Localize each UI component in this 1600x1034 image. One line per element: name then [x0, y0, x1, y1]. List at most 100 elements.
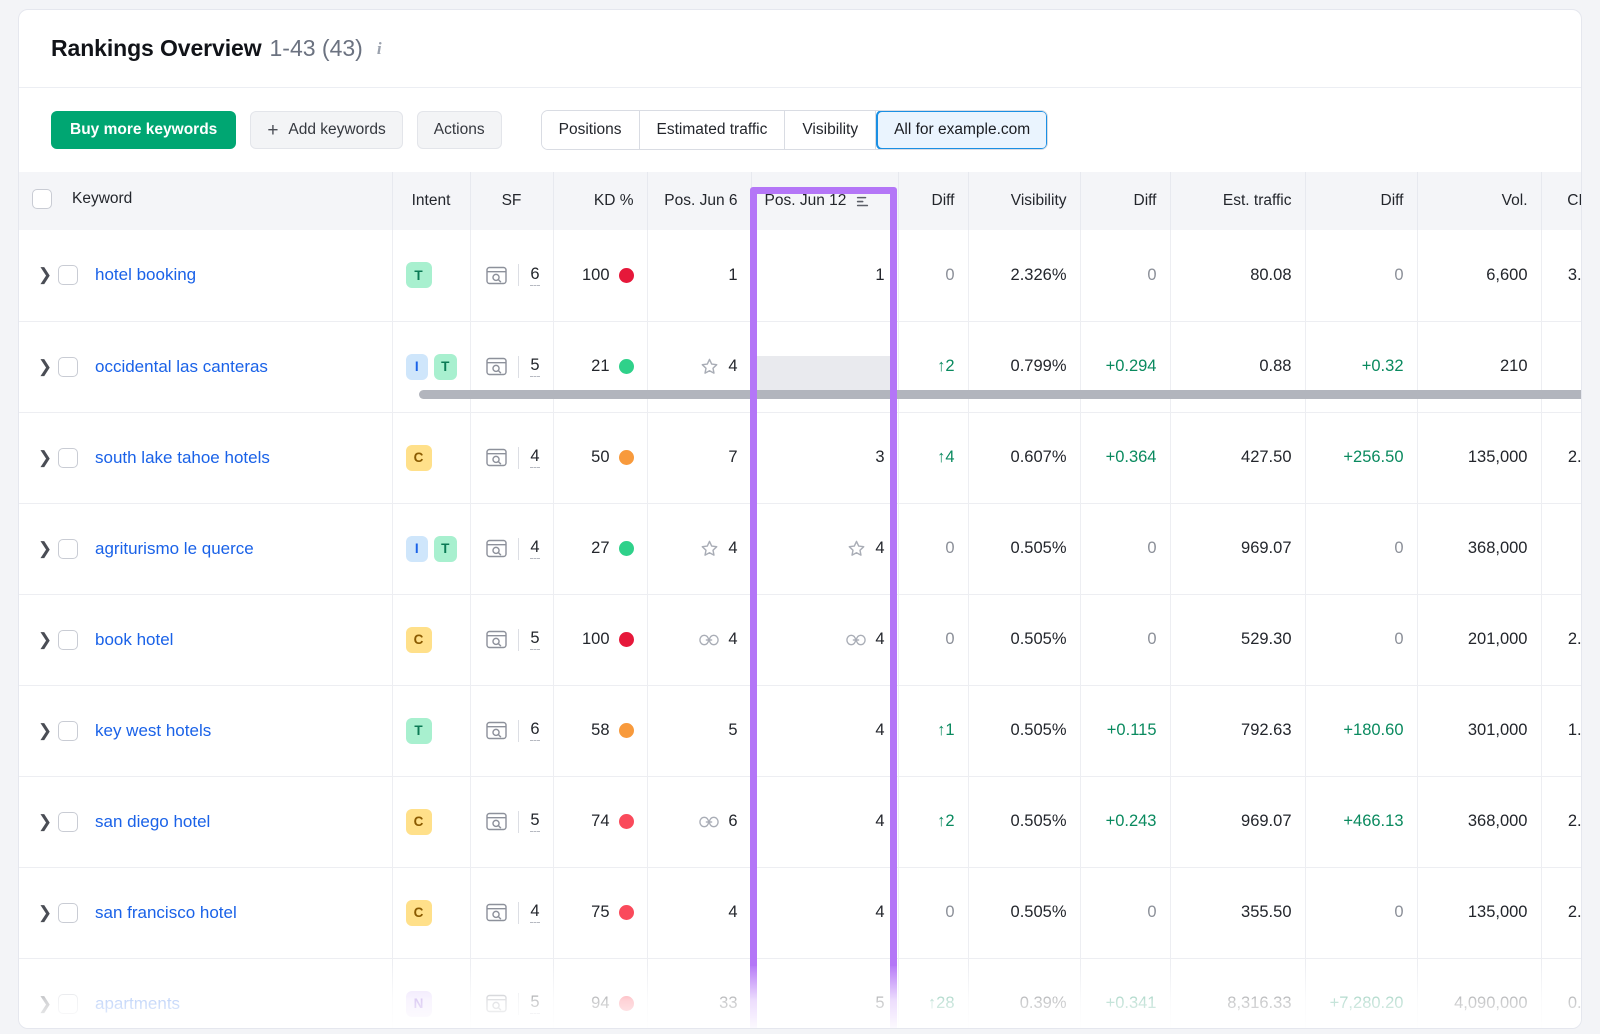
row-checkbox[interactable] — [58, 357, 78, 377]
select-all-checkbox[interactable] — [32, 189, 52, 209]
serp-features-icon[interactable] — [486, 903, 507, 922]
row-checkbox[interactable] — [58, 903, 78, 923]
keyword-link[interactable]: key west hotels — [95, 721, 211, 741]
column-header-pos-jun-12[interactable]: Pos. Jun 12 — [751, 172, 898, 230]
cell-keyword: ❯ san francisco hotel — [19, 867, 392, 958]
keyword-link[interactable]: hotel booking — [95, 265, 196, 285]
sf-count[interactable]: 5 — [530, 811, 539, 832]
sitelinks-icon — [846, 633, 866, 647]
row-checkbox[interactable] — [58, 721, 78, 741]
keyword-link[interactable]: book hotel — [95, 630, 173, 650]
expand-row-icon[interactable]: ❯ — [32, 903, 58, 923]
serp-features-icon[interactable] — [486, 357, 507, 376]
table-row[interactable]: ❯south lake tahoe hotelsC45073↑40.607%+0… — [19, 412, 1582, 503]
table-row[interactable]: ❯key west hotelsT65854↑10.505%+0.115792.… — [19, 685, 1582, 776]
horizontal-scrollbar[interactable] — [419, 390, 1582, 399]
row-checkbox[interactable] — [58, 448, 78, 468]
serp-features-icon[interactable] — [486, 630, 507, 649]
expand-row-icon[interactable]: ❯ — [32, 630, 58, 650]
keyword-link[interactable]: south lake tahoe hotels — [95, 448, 270, 468]
expand-row-icon[interactable]: ❯ — [32, 448, 58, 468]
column-header-intent[interactable]: Intent — [392, 172, 470, 230]
sort-descending-icon[interactable] — [855, 194, 870, 209]
keyword-link[interactable]: san francisco hotel — [95, 903, 237, 923]
cell-kd: 58 — [553, 685, 647, 776]
table-row[interactable]: ❯san diego hotelC57464↑20.505%+0.243969.… — [19, 776, 1582, 867]
row-checkbox[interactable] — [58, 630, 78, 650]
table-row[interactable]: ❯agriturismo le querceIT4274400.505%0969… — [19, 503, 1582, 594]
row-checkbox[interactable] — [58, 994, 78, 1014]
position-value: 7 — [728, 448, 737, 467]
cell-cpc: 2.58 — [1541, 867, 1582, 958]
column-header-pos-jun-6[interactable]: Pos. Jun 6 — [647, 172, 751, 230]
column-header-volume[interactable]: Vol. — [1417, 172, 1541, 230]
row-checkbox[interactable] — [58, 539, 78, 559]
sf-count[interactable]: 4 — [530, 538, 539, 559]
expand-row-icon[interactable]: ❯ — [32, 812, 58, 832]
tab-positions[interactable]: Positions — [542, 111, 640, 149]
intent-badge-t[interactable]: T — [434, 354, 457, 380]
intent-badge-i[interactable]: I — [406, 536, 429, 562]
intent-badge-c[interactable]: C — [406, 809, 432, 835]
table-row[interactable]: ❯book hotelC51004400.505%0529.300201,000… — [19, 594, 1582, 685]
cell-keyword: ❯ book hotel — [19, 594, 392, 685]
serp-features-icon[interactable] — [486, 994, 507, 1013]
actions-button[interactable]: Actions — [417, 111, 502, 149]
row-checkbox[interactable] — [58, 265, 78, 285]
column-header-visibility[interactable]: Visibility — [968, 172, 1080, 230]
column-header-sf[interactable]: SF — [470, 172, 553, 230]
intent-badge-t[interactable]: T — [434, 536, 457, 562]
column-header-cpc[interactable]: CPC — [1541, 172, 1582, 230]
tab-visibility[interactable]: Visibility — [785, 111, 876, 149]
table-row[interactable]: ❯hotel bookingT61001102.326%080.0806,600… — [19, 230, 1582, 321]
column-header-kd[interactable]: KD % — [553, 172, 647, 230]
sf-count[interactable]: 5 — [530, 993, 539, 1014]
keyword-link[interactable]: occidental las canteras — [95, 357, 268, 377]
table-row[interactable]: ❯san francisco hotelC4754400.505%0355.50… — [19, 867, 1582, 958]
intent-badge-t[interactable]: T — [406, 718, 432, 744]
expand-row-icon[interactable]: ❯ — [32, 539, 58, 559]
serp-features-icon[interactable] — [486, 812, 507, 831]
expand-row-icon[interactable]: ❯ — [32, 357, 58, 377]
buy-more-keywords-button[interactable]: Buy more keywords — [51, 111, 236, 149]
column-header-est-traffic[interactable]: Est. traffic — [1170, 172, 1305, 230]
sf-count[interactable]: 6 — [530, 265, 539, 286]
info-icon[interactable]: i — [377, 39, 382, 59]
intent-badge-i[interactable]: I — [406, 354, 429, 380]
cpc-value: 1.75 — [1568, 721, 1582, 739]
column-header-diff-pos[interactable]: Diff — [898, 172, 968, 230]
intent-badge-t[interactable]: T — [406, 262, 432, 288]
cell-pos-previous: 6 — [647, 776, 751, 867]
divider — [518, 264, 519, 286]
sf-count[interactable]: 4 — [530, 447, 539, 468]
table-row[interactable]: ❯apartmentsN594335↑280.39%+0.3418,316.33… — [19, 958, 1582, 1029]
sf-count[interactable]: 6 — [530, 720, 539, 741]
keyword-link[interactable]: san diego hotel — [95, 812, 210, 832]
scrollbar-thumb[interactable] — [419, 390, 1582, 399]
sf-count[interactable]: 4 — [530, 902, 539, 923]
keyword-link[interactable]: apartments — [95, 994, 180, 1014]
serp-features-icon[interactable] — [486, 448, 507, 467]
tab-all-for-domain[interactable]: All for example.com — [876, 110, 1048, 150]
tab-estimated-traffic[interactable]: Estimated traffic — [640, 111, 786, 149]
sf-count[interactable]: 5 — [530, 356, 539, 377]
add-keywords-button[interactable]: + Add keywords — [250, 111, 402, 149]
column-header-diff-traffic[interactable]: Diff — [1305, 172, 1417, 230]
keyword-link[interactable]: agriturismo le querce — [95, 539, 254, 559]
intent-badge-c[interactable]: C — [406, 445, 432, 471]
expand-row-icon[interactable]: ❯ — [32, 265, 58, 285]
column-header-diff-visibility[interactable]: Diff — [1080, 172, 1170, 230]
serp-features-icon[interactable] — [486, 539, 507, 558]
intent-badge-n[interactable]: N — [406, 991, 432, 1017]
expand-row-icon[interactable]: ❯ — [32, 721, 58, 741]
column-header-keyword[interactable]: Keyword — [19, 172, 392, 230]
intent-badge-c[interactable]: C — [406, 627, 432, 653]
intent-badge-c[interactable]: C — [406, 900, 432, 926]
cell-cpc: 2.27 — [1541, 776, 1582, 867]
serp-features-icon[interactable] — [486, 721, 507, 740]
cell-intent: C — [392, 867, 470, 958]
expand-row-icon[interactable]: ❯ — [32, 994, 58, 1014]
serp-features-icon[interactable] — [486, 266, 507, 285]
row-checkbox[interactable] — [58, 812, 78, 832]
sf-count[interactable]: 5 — [530, 629, 539, 650]
